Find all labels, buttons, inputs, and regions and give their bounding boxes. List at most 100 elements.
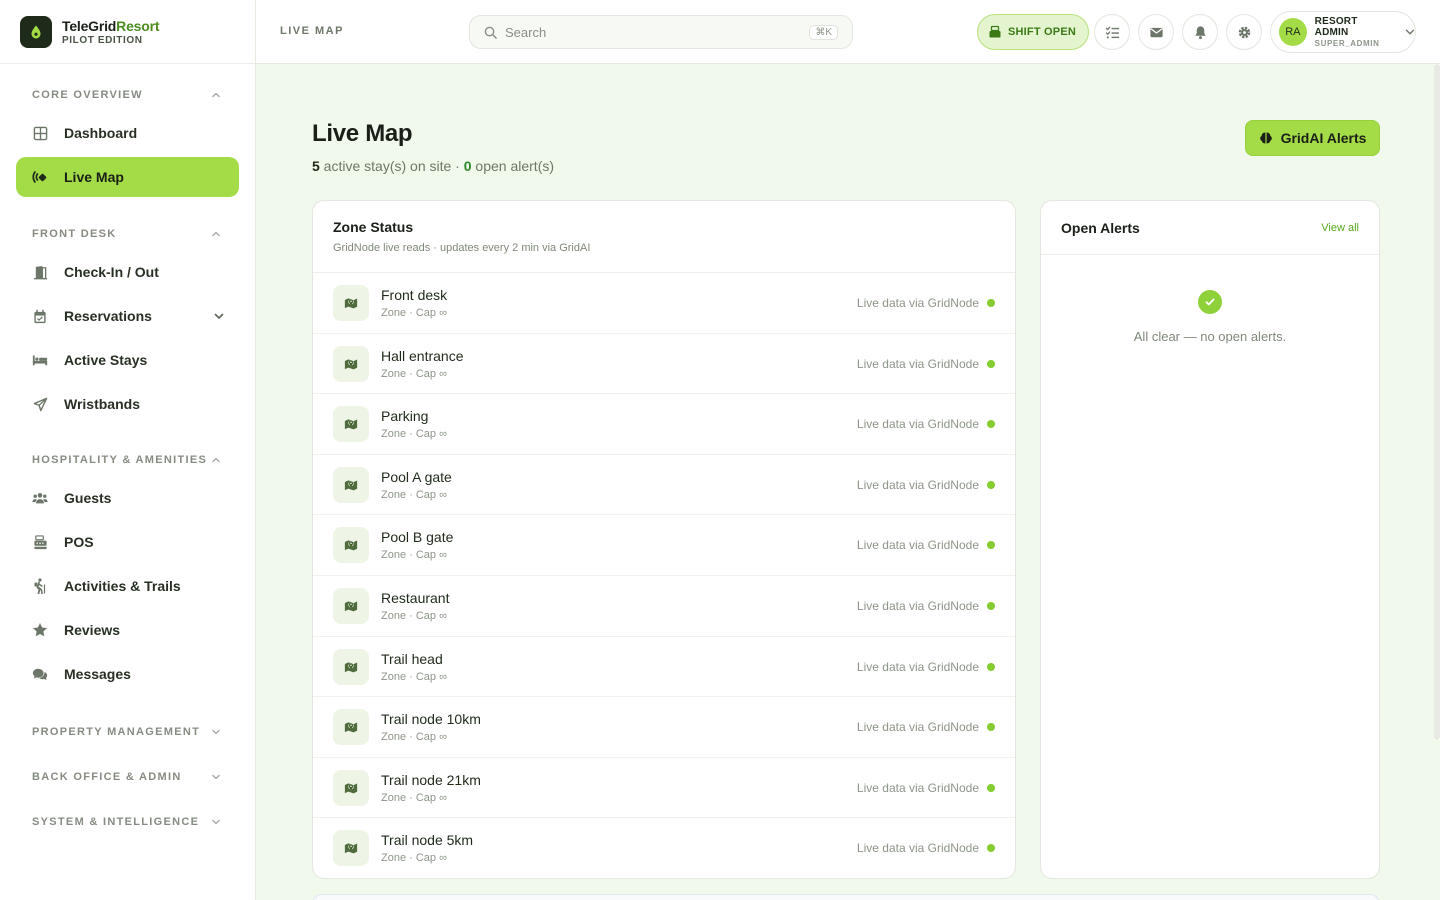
tasks-button[interactable] [1094, 14, 1130, 50]
sidebar-item-label: Reservations [64, 308, 152, 324]
zone-meta: Zone · Cap ∞ [381, 670, 447, 683]
nav-section-property-management: PROPERTY MANAGEMENT [16, 723, 239, 768]
sidebar-item-wristbands[interactable]: Wristbands [16, 384, 239, 424]
bell-icon [1193, 25, 1208, 40]
zone-row[interactable]: Trail node 21km Zone · Cap ∞ Live data via… [313, 758, 1015, 819]
map-pin-icon [333, 769, 369, 806]
sidebar-item-activities-and-trails[interactable]: Activities & Trails [16, 566, 239, 606]
zone-meta: Zone · Cap ∞ [381, 367, 447, 380]
zone-status: Live data via GridNode [857, 781, 995, 795]
zone-status: Live data via GridNode [857, 296, 995, 310]
search-box[interactable]: ⌘K [469, 15, 853, 49]
zone-status: Live data via GridNode [857, 538, 995, 552]
status-dot [987, 541, 995, 550]
zone-status-text: Live data via GridNode [856, 599, 979, 613]
zone-row[interactable]: Pool B gate Zone · Cap ∞ Live data via Gri… [313, 515, 1015, 576]
mail-button[interactable] [1138, 14, 1174, 50]
zone-name: Front desk [381, 287, 448, 303]
search-input[interactable] [505, 24, 785, 40]
notifications-button[interactable] [1182, 14, 1218, 50]
map-pin-icon [333, 588, 369, 624]
top-header: LIVE MAP ⌘K SHIFT OPEN RA RESOR [256, 0, 1440, 64]
sidebar-item-label: Dashboard [64, 125, 138, 141]
section-title: HOSPITALITY & AMENITIES [32, 454, 208, 466]
sidebar-item-label: Wristbands [64, 396, 140, 412]
page-scrollbar[interactable] [1434, 64, 1440, 740]
zone-status-text: Live data via GridNode [856, 477, 979, 492]
sidebar-item-reservations[interactable]: Reservations [16, 296, 239, 336]
send-icon [32, 396, 48, 412]
zone-row[interactable]: Pool A gate Zone · Cap ∞ Live data via Gri… [313, 455, 1015, 516]
zone-status-text: Live data via GridNode [856, 720, 979, 735]
sidebar-item-active-stays[interactable]: Active Stays [16, 340, 239, 380]
gridai-alerts-button[interactable]: GridAI Alerts [1245, 120, 1380, 156]
cash-register-icon [32, 534, 48, 550]
map-pin-icon [333, 648, 369, 685]
sidebar-nav: CORE OVERVIEW Dashboard Live Map FRONT DESK… [0, 86, 255, 831]
check-circle-icon [1198, 290, 1222, 314]
sidebar-item-dashboard[interactable]: Dashboard [16, 113, 239, 153]
zone-row[interactable]: Restaurant Zone · Cap ∞ Live data via Grid… [313, 576, 1015, 637]
sidebar-item-guests[interactable]: Guests [16, 478, 239, 518]
zone-status: Live data via GridNode [857, 720, 995, 734]
zone-status-text: Live data via GridNode [856, 841, 979, 856]
section-header-system-and-intelligence[interactable]: SYSTEM & INTELLIGENCE [16, 813, 239, 831]
chevron-down-icon [213, 309, 225, 327]
sidebar-item-reviews[interactable]: Reviews [16, 610, 239, 650]
envelope-icon [1149, 25, 1164, 40]
section-header-front-desk[interactable]: FRONT DESK [16, 225, 239, 243]
empty-alerts-text: All clear — no open alerts. [1133, 329, 1287, 344]
nav-section-back-office-and-admin: BACK OFFICE & ADMIN [16, 768, 239, 813]
zone-row[interactable]: Trail node 5km Zone · Cap ∞ Live data via … [313, 818, 1015, 879]
map-pin-icon [333, 830, 369, 867]
chevron-up-icon [209, 88, 223, 102]
grid-icon [32, 125, 48, 141]
section-header-core-overview[interactable]: CORE OVERVIEW [16, 86, 239, 104]
brand[interactable]: TeleGridResort PILOT EDITION [0, 0, 255, 64]
section-header-hospitality-and-amenities[interactable]: HOSPITALITY & AMENITIES [16, 451, 239, 469]
zone-row[interactable]: Trail head Zone · Cap ∞ Live data via Grid… [313, 637, 1015, 698]
shift-open-button[interactable]: SHIFT OPEN [977, 14, 1090, 50]
zone-name: Trail node 21km [381, 771, 481, 788]
search-icon [484, 26, 497, 39]
user-menu[interactable]: RA RESORT ADMIN SUPER_ADMIN [1270, 11, 1416, 53]
status-dot [987, 299, 995, 307]
nav-section-system-and-intelligence: SYSTEM & INTELLIGENCE [16, 813, 239, 831]
checklist-icon [1105, 25, 1120, 40]
section-title: FRONT DESK [32, 228, 117, 240]
sidebar-item-pos[interactable]: POS [16, 522, 239, 562]
gridai-alerts-label: GridAI Alerts [1280, 130, 1367, 146]
chevron-up-icon [209, 453, 223, 467]
status-dot [987, 662, 995, 671]
section-title: SYSTEM & INTELLIGENCE [32, 816, 200, 828]
zone-row[interactable]: Hall entrance Zone · Cap ∞ Live data via G… [313, 334, 1015, 395]
status-dot [987, 844, 995, 853]
sidebar-item-messages[interactable]: Messages [16, 654, 239, 694]
satellite-icon [32, 169, 48, 185]
zone-row[interactable]: Trail node 10km Zone · Cap ∞ Live data via… [313, 697, 1015, 758]
nav-section-core-overview: CORE OVERVIEW Dashboard Live Map [16, 86, 239, 225]
settings-button[interactable] [1226, 14, 1262, 50]
section-header-back-office-and-admin[interactable]: BACK OFFICE & ADMIN [16, 768, 239, 786]
section-header-property-management[interactable]: PROPERTY MANAGEMENT [16, 723, 239, 741]
door-icon [32, 264, 48, 280]
sidebar-item-label: Guests [64, 490, 112, 506]
chevron-down-icon [209, 725, 223, 739]
status-dot [987, 480, 995, 489]
zone-status-text: Live data via GridNode [856, 780, 979, 795]
zone-meta: Zone · Cap ∞ [381, 307, 447, 319]
status-dot [987, 420, 995, 429]
next-card-edge [312, 894, 1380, 900]
zone-row[interactable]: Front desk Zone · Cap ∞ Live data via Grid… [313, 273, 1015, 334]
view-all-link[interactable]: View all [1321, 222, 1359, 234]
zone-row[interactable]: Parking Zone · Cap ∞ Live data via GridNod… [313, 394, 1015, 455]
sidebar-item-check-in-out[interactable]: Check-In / Out [16, 252, 239, 292]
sidebar-item-live-map[interactable]: Live Map [16, 157, 239, 197]
sidebar-item-label: Reviews [64, 622, 121, 638]
scrollbar-thumb[interactable] [1434, 64, 1440, 740]
zone-status-text: Live data via GridNode [856, 538, 979, 553]
bed-icon [32, 352, 48, 368]
zone-name: Restaurant [381, 590, 450, 606]
sidebar-item-label: Check-In / Out [64, 264, 159, 280]
sidebar-item-label: Live Map [64, 169, 124, 185]
